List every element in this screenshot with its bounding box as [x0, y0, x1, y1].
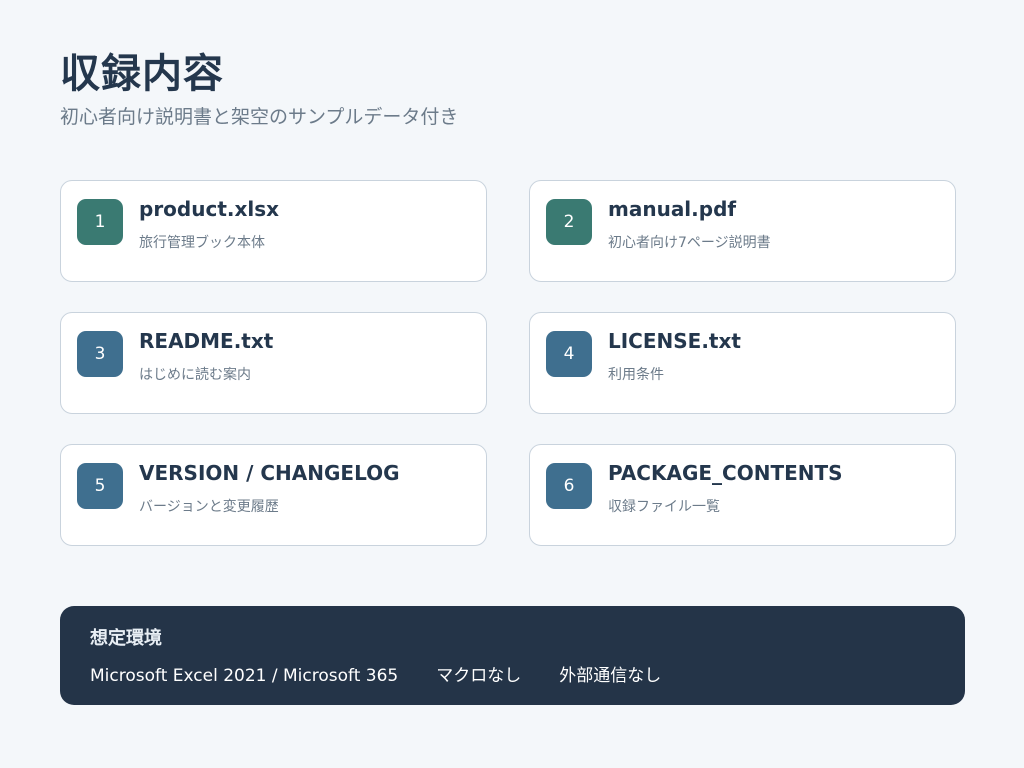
environment-items: Microsoft Excel 2021 / Microsoft 365 マクロ… [90, 664, 661, 688]
file-card-readme: 3 README.txt はじめに読む案内 [60, 312, 487, 414]
file-number-badge: 4 [546, 331, 592, 377]
file-number-badge: 1 [77, 199, 123, 245]
file-description: はじめに読む案内 [139, 367, 251, 383]
file-description: 旅行管理ブック本体 [139, 235, 265, 251]
file-card-package-contents: 6 PACKAGE_CONTENTS 収録ファイル一覧 [529, 444, 956, 546]
file-card-license: 4 LICENSE.txt 利用条件 [529, 312, 956, 414]
environment-panel: 想定環境 Microsoft Excel 2021 / Microsoft 36… [60, 606, 965, 705]
file-name: PACKAGE_CONTENTS [608, 461, 843, 485]
file-number-badge: 5 [77, 463, 123, 509]
file-name: VERSION / CHANGELOG [139, 461, 400, 485]
file-number-badge: 6 [546, 463, 592, 509]
page-title: 収録内容 [60, 51, 224, 97]
page-subtitle: 初心者向け説明書と架空のサンプルデータ付き [60, 106, 459, 128]
file-card-product-xlsx: 1 product.xlsx 旅行管理ブック本体 [60, 180, 487, 282]
file-name: product.xlsx [139, 197, 280, 221]
file-description: 初心者向け7ページ説明書 [608, 235, 771, 251]
file-card-manual-pdf: 2 manual.pdf 初心者向け7ページ説明書 [529, 180, 956, 282]
file-description: 利用条件 [608, 367, 664, 383]
file-list: 1 product.xlsx 旅行管理ブック本体 2 manual.pdf 初心… [60, 180, 956, 546]
file-name: LICENSE.txt [608, 329, 741, 353]
environment-item-no-macro: マクロなし [436, 666, 522, 686]
file-name: README.txt [139, 329, 274, 353]
file-card-version-changelog: 5 VERSION / CHANGELOG バージョンと変更履歴 [60, 444, 487, 546]
file-description: 収録ファイル一覧 [608, 499, 720, 515]
file-number-badge: 3 [77, 331, 123, 377]
environment-item-excel: Microsoft Excel 2021 / Microsoft 365 [90, 666, 399, 686]
file-description: バージョンと変更履歴 [139, 499, 279, 515]
environment-title: 想定環境 [90, 628, 162, 649]
environment-item-no-network: 外部通信なし [559, 666, 662, 686]
file-name: manual.pdf [608, 197, 737, 221]
file-number-badge: 2 [546, 199, 592, 245]
